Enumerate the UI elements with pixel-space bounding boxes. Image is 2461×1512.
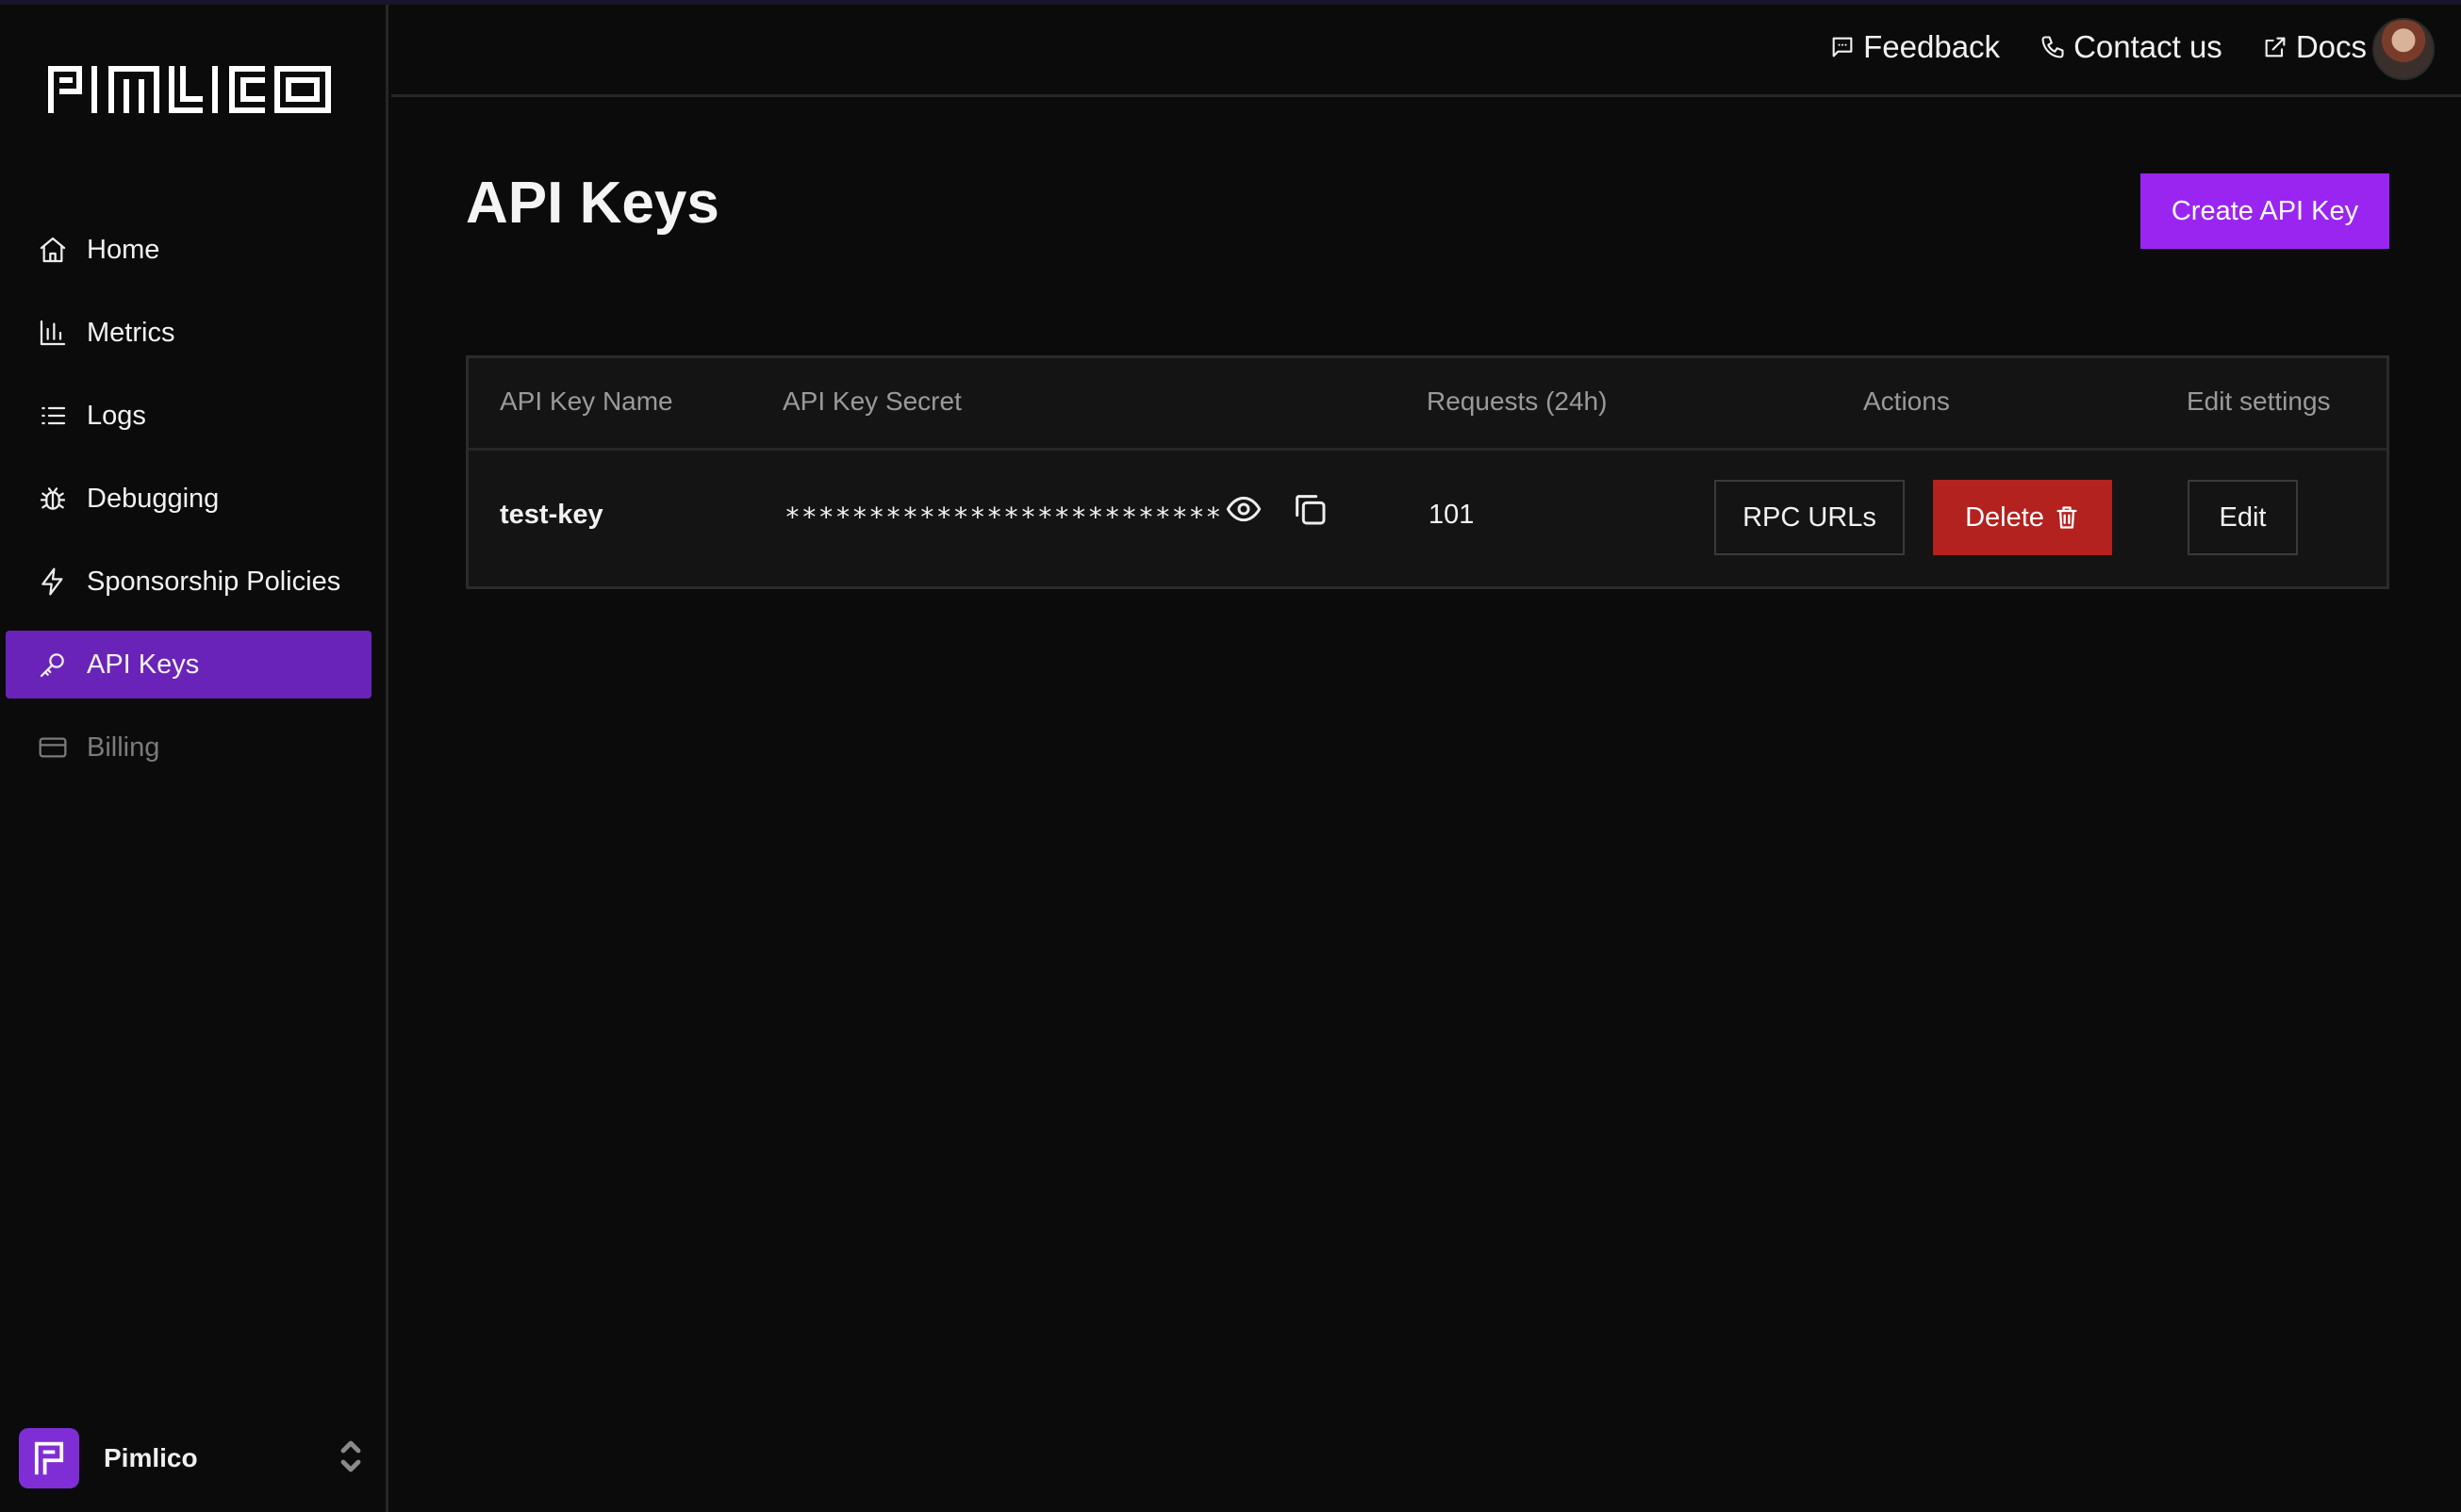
- message-square-icon: [1832, 37, 1853, 58]
- sidebar-item-metrics[interactable]: Metrics: [6, 299, 372, 367]
- docs-label: Docs: [2295, 29, 2367, 64]
- lightning-icon: [36, 565, 70, 599]
- sidebar-item-label: Metrics: [87, 317, 175, 348]
- sidebar-item-api-keys[interactable]: API Keys: [6, 631, 372, 698]
- delete-label: Delete: [1965, 501, 2044, 533]
- page-title: API Keys: [466, 171, 719, 236]
- org-switcher[interactable]: Pimlico: [19, 1426, 364, 1490]
- feedback-label: Feedback: [1863, 29, 2001, 64]
- org-name: Pimlico: [104, 1443, 198, 1472]
- trash-icon: [2056, 506, 2077, 529]
- delete-button[interactable]: Delete: [1933, 480, 2112, 555]
- sidebar-item-label: Logs: [87, 400, 146, 431]
- credit-card-icon: [36, 731, 70, 764]
- table-row: test-key ************************** 101 …: [469, 451, 2387, 586]
- eye-icon[interactable]: [1225, 490, 1263, 528]
- phone-icon: [2041, 36, 2064, 58]
- home-icon: [36, 233, 70, 267]
- column-header-name: API Key Name: [500, 386, 673, 416]
- docs-link[interactable]: Docs: [2262, 29, 2367, 65]
- contact-link[interactable]: Contact us: [2040, 29, 2222, 65]
- pimlico-logo[interactable]: [45, 63, 334, 116]
- edit-label: Edit: [2219, 501, 2267, 533]
- sidebar-item-label: Home: [87, 234, 160, 265]
- sidebar-item-debugging[interactable]: Debugging: [6, 465, 372, 533]
- sidebar-item-label: Sponsorship Policies: [87, 566, 341, 597]
- topbar-links: Feedback Contact us Docs: [1829, 29, 2367, 65]
- list-icon: [36, 399, 70, 433]
- column-header-edit-settings: Edit settings: [2187, 386, 2331, 416]
- chevron-up-down-icon[interactable]: [338, 1438, 364, 1480]
- copy-icon[interactable]: [1291, 490, 1329, 528]
- sidebar-item-sponsorship-policies[interactable]: Sponsorship Policies: [6, 548, 372, 616]
- user-avatar[interactable]: [2372, 18, 2435, 80]
- sidebar-item-billing[interactable]: Billing: [6, 714, 372, 781]
- create-api-key-button[interactable]: Create API Key: [2140, 173, 2389, 249]
- topbar: Feedback Contact us Docs: [391, 5, 2461, 97]
- contact-label: Contact us: [2073, 29, 2222, 64]
- table-header: API Key Name API Key Secret Requests (24…: [469, 358, 2387, 451]
- rpc-urls-label: RPC URLs: [1743, 501, 1876, 533]
- org-logo-icon: [19, 1428, 79, 1488]
- external-link-icon: [2265, 37, 2286, 58]
- feedback-link[interactable]: Feedback: [1829, 29, 2000, 65]
- sidebar-item-label: Billing: [87, 731, 160, 763]
- sidebar-item-label: Debugging: [87, 483, 220, 514]
- sidebar-item-home[interactable]: Home: [6, 216, 372, 284]
- api-key-name: test-key: [500, 500, 603, 530]
- sidebar-item-logs[interactable]: Logs: [6, 382, 372, 450]
- sidebar: Home Metrics Logs Debugging Sponsorship …: [0, 5, 388, 1512]
- rpc-urls-button[interactable]: RPC URLs: [1714, 480, 1905, 555]
- column-header-requests: Requests (24h): [1427, 386, 1608, 416]
- column-header-actions: Actions: [1863, 386, 1950, 416]
- bug-icon: [36, 482, 70, 516]
- edit-button[interactable]: Edit: [2188, 480, 2298, 555]
- api-key-secret: **************************: [785, 501, 1223, 533]
- bar-chart-icon: [36, 316, 70, 350]
- sidebar-item-label: API Keys: [87, 649, 200, 680]
- requests-count: 101: [1429, 500, 1475, 530]
- api-keys-table: API Key Name API Key Secret Requests (24…: [466, 355, 2389, 589]
- column-header-secret: API Key Secret: [783, 386, 962, 416]
- sidebar-nav: Home Metrics Logs Debugging Sponsorship …: [6, 216, 372, 797]
- key-icon: [36, 648, 70, 682]
